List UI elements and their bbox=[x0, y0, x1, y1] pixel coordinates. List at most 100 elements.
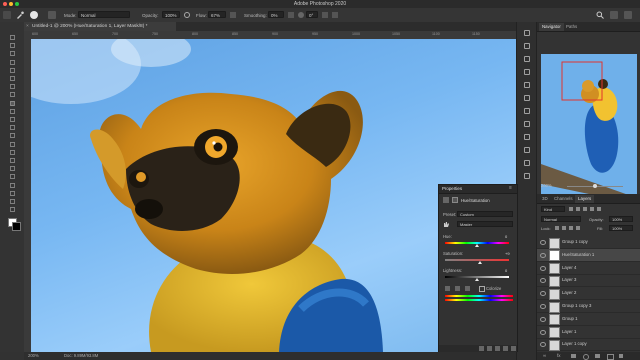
new-group-icon[interactable] bbox=[595, 354, 600, 358]
eyedropper-icon[interactable] bbox=[445, 286, 450, 291]
layer-name[interactable]: Group 1 copy bbox=[562, 236, 588, 248]
mode-select[interactable]: Normal bbox=[78, 11, 130, 18]
tab-3d[interactable]: 3D bbox=[539, 195, 551, 203]
lasso-tool-icon[interactable] bbox=[10, 51, 15, 57]
healing-brush-tool-icon[interactable] bbox=[10, 92, 15, 98]
more-tools-icon[interactable] bbox=[10, 207, 15, 213]
layer-style-icon[interactable]: fx bbox=[557, 353, 561, 358]
tab-navigator[interactable]: Navigator bbox=[539, 23, 564, 31]
move-tool-icon[interactable] bbox=[10, 35, 15, 40]
info-panel-icon[interactable] bbox=[524, 173, 530, 179]
layer-row[interactable]: Group 1 copy 3 bbox=[537, 300, 640, 313]
eyedropper-tool-icon[interactable] bbox=[10, 84, 15, 90]
tab-paths[interactable]: Paths bbox=[563, 23, 580, 31]
glyphs-panel-icon[interactable] bbox=[524, 160, 530, 166]
paragraph-panel-icon[interactable] bbox=[524, 147, 530, 153]
close-tab-icon[interactable]: × bbox=[26, 22, 29, 31]
layer-filter-select[interactable]: Kind bbox=[541, 206, 565, 212]
clip-to-layer-icon[interactable] bbox=[479, 346, 484, 351]
symmetry-icon[interactable] bbox=[332, 12, 338, 18]
crop-tool-icon[interactable] bbox=[10, 67, 15, 73]
reset-icon[interactable] bbox=[495, 346, 500, 351]
panel-menu-icon[interactable]: ≡ bbox=[509, 185, 512, 191]
angle-field[interactable]: 0° bbox=[306, 11, 318, 18]
character-panel-icon[interactable] bbox=[524, 134, 530, 140]
layer-row[interactable]: Layer 3 bbox=[537, 274, 640, 288]
brush-tool-icon[interactable] bbox=[16, 11, 24, 19]
smoothing-field[interactable]: 0% bbox=[268, 11, 284, 18]
layer-name[interactable]: Group 1 copy 3 bbox=[562, 300, 591, 312]
eyedropper-minus-icon[interactable] bbox=[465, 286, 470, 291]
eye-icon[interactable] bbox=[540, 278, 546, 284]
tab-layers[interactable]: Layers bbox=[575, 195, 595, 203]
gradient-tool-icon[interactable] bbox=[10, 133, 15, 139]
lock-icons[interactable] bbox=[555, 226, 585, 231]
link-layers-icon[interactable]: ∞ bbox=[543, 353, 546, 358]
layer-row[interactable]: Group 1 copy bbox=[537, 236, 640, 249]
blur-tool-icon[interactable] bbox=[10, 141, 15, 147]
pen-tool-icon[interactable] bbox=[10, 158, 15, 163]
eye-icon[interactable] bbox=[540, 240, 546, 245]
delete-icon[interactable] bbox=[511, 346, 516, 351]
layer-opacity-field[interactable]: 100% bbox=[609, 216, 633, 222]
eye-icon[interactable] bbox=[540, 304, 546, 309]
layer-row[interactable]: Layer 1 copy bbox=[537, 338, 640, 352]
navigator-zoom-knob[interactable] bbox=[593, 184, 597, 188]
hand-tool-icon[interactable] bbox=[10, 190, 15, 196]
pressure-size-icon[interactable] bbox=[322, 12, 328, 18]
tab-channels[interactable]: Channels bbox=[551, 195, 576, 203]
opacity-field[interactable]: 100% bbox=[162, 11, 180, 18]
rectangle-tool-icon[interactable] bbox=[10, 182, 15, 188]
brush-settings-icon[interactable] bbox=[48, 11, 56, 19]
gradients-panel-icon[interactable] bbox=[524, 82, 530, 88]
layer-row[interactable]: Layer 4 bbox=[537, 262, 640, 275]
eye-icon[interactable] bbox=[540, 316, 546, 322]
trash-icon[interactable] bbox=[619, 354, 623, 358]
fill-field[interactable]: 100% bbox=[609, 225, 633, 231]
background-color-swatch[interactable] bbox=[12, 222, 21, 231]
workspace-icon[interactable] bbox=[610, 11, 618, 19]
layer-filter-icons[interactable] bbox=[569, 207, 609, 212]
search-icon[interactable] bbox=[596, 11, 604, 19]
history-brush-tool-icon[interactable] bbox=[10, 117, 15, 122]
view-previous-icon[interactable] bbox=[487, 346, 492, 351]
eraser-tool-icon[interactable] bbox=[10, 125, 15, 131]
preset-select[interactable]: Custom bbox=[457, 211, 513, 217]
eyedropper-plus-icon[interactable] bbox=[455, 286, 460, 291]
libraries-panel-icon[interactable] bbox=[524, 121, 530, 127]
layer-name[interactable]: Layer 3 bbox=[562, 274, 576, 286]
clone-stamp-tool-icon[interactable] bbox=[10, 108, 15, 114]
eye-icon[interactable] bbox=[540, 291, 546, 297]
layer-name[interactable]: Layer 2 bbox=[562, 287, 576, 299]
patterns-panel-icon[interactable] bbox=[524, 95, 530, 101]
document-info[interactable]: Doc: 9.89M/93.8M bbox=[64, 352, 98, 360]
share-icon[interactable] bbox=[624, 11, 632, 19]
navigator-thumbnail[interactable] bbox=[541, 54, 637, 198]
lightness-slider-knob[interactable] bbox=[475, 278, 479, 281]
path-select-tool-icon[interactable] bbox=[10, 174, 15, 180]
eye-icon[interactable] bbox=[540, 342, 546, 348]
mask-icon[interactable] bbox=[452, 197, 458, 203]
flow-field[interactable]: 67% bbox=[208, 11, 226, 18]
add-mask-icon[interactable] bbox=[571, 354, 576, 358]
hue-slider-knob[interactable] bbox=[475, 244, 479, 247]
zoom-level[interactable]: 200% bbox=[28, 352, 39, 360]
layer-name[interactable]: Layer 1 copy bbox=[562, 338, 587, 350]
brush-tool-icon[interactable] bbox=[10, 100, 15, 106]
home-icon[interactable] bbox=[3, 11, 11, 19]
marquee-tool-icon[interactable] bbox=[10, 43, 15, 49]
layer-row[interactable]: Hue/Saturation 1 bbox=[537, 248, 640, 262]
color-panel-icon[interactable] bbox=[524, 56, 530, 62]
lightness-value[interactable]: 0 bbox=[505, 268, 507, 273]
hand-adjust-icon[interactable] bbox=[443, 221, 449, 227]
blend-mode-select[interactable]: Normal bbox=[541, 216, 581, 222]
pressure-opacity-icon[interactable] bbox=[184, 12, 190, 18]
layer-name[interactable]: Layer 1 bbox=[562, 326, 576, 338]
frame-tool-icon[interactable] bbox=[10, 76, 15, 81]
layer-row[interactable]: Group 1 bbox=[537, 313, 640, 326]
saturation-value[interactable]: +9 bbox=[505, 251, 510, 256]
dodge-tool-icon[interactable] bbox=[10, 149, 15, 155]
navigator-zoom-value[interactable]: 200% bbox=[541, 183, 552, 188]
layer-name[interactable]: Layer 4 bbox=[562, 262, 576, 274]
layer-name[interactable]: Hue/Saturation 1 bbox=[562, 249, 594, 261]
